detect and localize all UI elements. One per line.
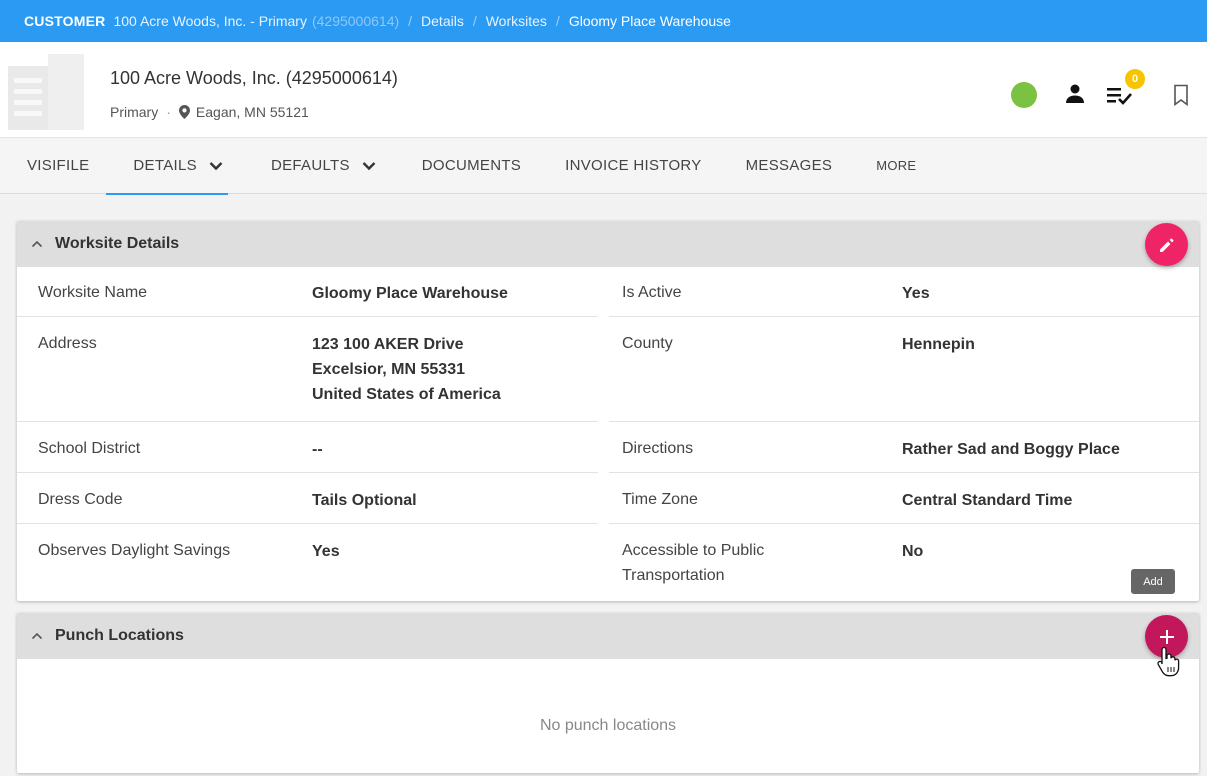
chevron-down-icon — [362, 161, 376, 171]
address-line-2: Excelsior, MN 55331 — [312, 361, 465, 378]
customer-title: 100 Acre Woods, Inc. (4295000614) — [110, 68, 398, 88]
customer-tabs: VISIFILE DETAILS DEFAULTS DOCUMENTS INVO… — [0, 138, 1207, 195]
breadcrumb-worksites-link[interactable]: Worksites — [486, 13, 547, 29]
daylight-savings-label: Observes Daylight Savings — [38, 542, 231, 559]
directions-value: Rather Sad and Boggy Place — [902, 441, 1120, 458]
tab-label: MORE — [876, 158, 917, 173]
dress-code-value: Tails Optional — [312, 492, 417, 509]
tab-visifile[interactable]: VISIFILE — [27, 138, 89, 194]
divider — [609, 472, 1199, 473]
divider — [609, 523, 1199, 524]
subtitle-separator: · — [166, 104, 171, 120]
tab-messages[interactable]: MESSAGES — [746, 138, 833, 194]
pencil-icon — [1159, 238, 1173, 252]
divider — [17, 316, 598, 317]
punch-locations-header[interactable]: Punch Locations — [17, 613, 1199, 659]
worksite-details-panel: Worksite Details Worksite Name Gloomy Pl… — [17, 221, 1199, 601]
breadcrumb-customer-id: (4295000614) — [311, 13, 400, 29]
customer-subtitle: Primary · Eagan, MN 55121 — [110, 104, 309, 120]
divider — [609, 421, 1199, 422]
tab-invoice-history[interactable]: INVOICE HISTORY — [565, 138, 701, 194]
tab-label: DEFAULTS — [270, 157, 350, 174]
daylight-savings-value: Yes — [312, 543, 340, 560]
customer-location: Eagan, MN 55121 — [195, 104, 309, 120]
add-tooltip: Add — [1131, 569, 1175, 594]
chevron-up-icon — [31, 240, 43, 248]
tab-label: VISIFILE — [27, 157, 90, 174]
breadcrumb-separator: / — [408, 13, 413, 29]
time-zone-label: Time Zone — [622, 491, 698, 508]
tab-label: MESSAGES — [745, 157, 833, 174]
address-line-1: 123 100 AKER Drive — [312, 336, 464, 353]
is-active-value: Yes — [902, 285, 930, 302]
address-line-3: United States of America — [312, 386, 501, 403]
divider — [609, 316, 1199, 317]
edit-button[interactable] — [1145, 223, 1188, 266]
public-transport-value: No — [902, 543, 924, 560]
county-label: County — [622, 335, 673, 352]
divider — [17, 421, 598, 422]
tab-defaults[interactable]: DEFAULTS — [271, 138, 376, 194]
breadcrumb-current: Gloomy Place Warehouse — [568, 13, 731, 29]
tab-documents[interactable]: DOCUMENTS — [422, 138, 521, 194]
school-district-label: School District — [38, 440, 141, 457]
worksite-name-value: Gloomy Place Warehouse — [312, 285, 508, 302]
divider — [17, 472, 598, 473]
todo-count-badge: 0 — [1125, 69, 1145, 89]
chevron-up-icon — [31, 632, 43, 640]
public-transport-label-line-1: Accessible to Public — [622, 542, 765, 559]
tab-more[interactable]: MORE — [876, 138, 916, 194]
school-district-value: -- — [312, 441, 323, 458]
customer-header: 100 Acre Woods, Inc. (4295000614) Primar… — [0, 42, 1207, 138]
empty-state-message: No punch locations — [539, 717, 677, 734]
is-active-label: Is Active — [622, 284, 682, 301]
panel-title: Punch Locations — [55, 627, 184, 644]
plus-icon — [1159, 629, 1174, 644]
punch-locations-panel: Punch Locations No punch locations — [17, 613, 1199, 773]
breadcrumb: CUSTOMER 100 Acre Woods, Inc. - Primary … — [0, 0, 1207, 42]
breadcrumb-separator: / — [555, 13, 560, 29]
breadcrumb-customer-link[interactable]: 100 Acre Woods, Inc. - Primary — [113, 13, 306, 29]
county-value: Hennepin — [902, 336, 975, 353]
person-icon[interactable] — [1061, 80, 1089, 108]
tab-details[interactable]: DETAILS — [106, 138, 228, 195]
location-pin-icon — [178, 105, 190, 119]
hand-cursor-icon — [1156, 645, 1182, 682]
worksite-name-label: Worksite Name — [38, 284, 148, 301]
breadcrumb-details-link[interactable]: Details — [421, 13, 464, 29]
time-zone-value: Central Standard Time — [902, 492, 1073, 509]
bookmark-icon[interactable] — [1170, 81, 1192, 109]
building-icon — [8, 52, 84, 130]
tab-label: DETAILS — [133, 157, 197, 174]
worksite-details-header[interactable]: Worksite Details — [17, 221, 1199, 267]
status-indicator-icon — [1011, 82, 1037, 108]
breadcrumb-type: CUSTOMER — [24, 13, 106, 29]
public-transport-label-line-2: Transportation — [622, 567, 725, 584]
divider — [17, 523, 598, 524]
address-label: Address — [38, 335, 97, 352]
panel-title: Worksite Details — [55, 235, 180, 252]
tab-label: DOCUMENTS — [421, 157, 522, 174]
tab-label: INVOICE HISTORY — [565, 157, 702, 174]
breadcrumb-separator: / — [472, 13, 477, 29]
chevron-down-icon — [209, 161, 223, 171]
directions-label: Directions — [622, 440, 694, 457]
dress-code-label: Dress Code — [38, 491, 123, 508]
customer-type: Primary — [110, 104, 159, 120]
